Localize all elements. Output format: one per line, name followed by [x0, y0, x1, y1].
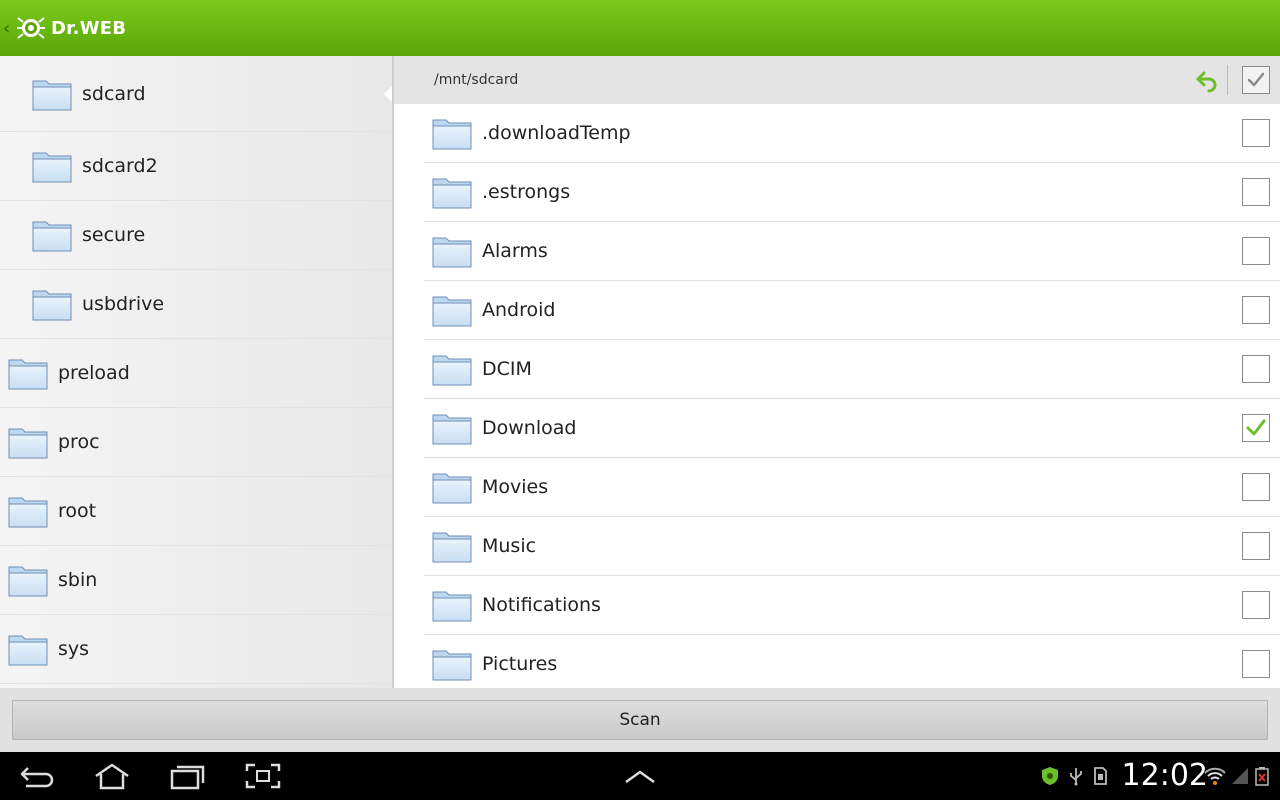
chevron-up-icon[interactable]	[620, 762, 660, 790]
select-checkbox[interactable]	[1242, 414, 1270, 442]
folder-icon	[8, 497, 48, 528]
file-name: Pictures	[482, 653, 558, 675]
path-bar: /mnt/sdcard	[394, 56, 1280, 104]
app-brand-title[interactable]: Dr.WEB	[51, 18, 126, 39]
file-name: .downloadTemp	[482, 122, 631, 144]
tree-item-label: usbdrive	[82, 293, 165, 315]
select-all-checkbox[interactable]	[1242, 66, 1270, 94]
tree-item-label: sys	[58, 638, 90, 660]
file-row[interactable]: .downloadTemp	[424, 104, 1280, 163]
scan-button[interactable]: Scan	[12, 700, 1268, 740]
folder-icon	[432, 237, 472, 268]
folder-tree-pane: sdcard sdcard2 secure usbdrive preload proc ro…	[0, 56, 392, 688]
scan-bar: Scan	[0, 688, 1280, 752]
folder-icon	[32, 152, 72, 183]
tree-item-sys[interactable]: sys	[0, 615, 392, 684]
nav-back-icon[interactable]	[18, 762, 58, 790]
select-checkbox[interactable]	[1242, 591, 1270, 619]
file-list-pane: /mnt/sdcard .downloadTemp .estrongs Alarms…	[394, 56, 1280, 688]
folder-icon	[8, 566, 48, 597]
tree-item-sdcard[interactable]: sdcard	[0, 56, 392, 132]
file-row[interactable]: Download	[424, 399, 1280, 458]
current-path: /mnt/sdcard	[434, 72, 519, 88]
folder-icon	[32, 80, 72, 110]
file-name: Alarms	[482, 240, 548, 262]
toolbar-separator	[1227, 65, 1228, 95]
checkmark-icon	[1246, 419, 1266, 436]
system-bar: 12:02	[0, 752, 1280, 800]
back-arrow-icon[interactable]	[1194, 67, 1220, 93]
nav-home-icon[interactable]	[92, 762, 132, 790]
file-row[interactable]: DCIM	[424, 340, 1280, 399]
folder-icon	[8, 635, 48, 666]
status-clock: 12:02	[1121, 758, 1208, 793]
tree-item-label: preload	[58, 362, 130, 384]
nav-recent-apps-icon[interactable]	[168, 762, 208, 790]
folder-icon	[8, 359, 48, 390]
action-bar: ‹ Dr.WEB	[0, 0, 1280, 56]
folder-icon	[432, 591, 472, 622]
usb-icon	[1070, 768, 1082, 786]
select-checkbox[interactable]	[1242, 178, 1270, 206]
select-checkbox[interactable]	[1242, 119, 1270, 147]
tree-item-label: secure	[82, 224, 146, 246]
drweb-spider-logo-icon[interactable]	[15, 12, 47, 44]
tree-item-label: root	[58, 500, 97, 522]
select-checkbox[interactable]	[1242, 473, 1270, 501]
file-row[interactable]: .estrongs	[424, 163, 1280, 222]
file-name: Download	[482, 417, 577, 439]
tree-item-label: sdcard2	[82, 155, 158, 177]
folder-icon	[432, 473, 472, 504]
folder-icon	[8, 428, 48, 459]
folder-icon	[432, 414, 472, 445]
file-name: .estrongs	[482, 181, 571, 203]
file-row[interactable]: Movies	[424, 458, 1280, 517]
tree-item-label: sbin	[58, 569, 98, 591]
wifi-icon	[1204, 767, 1226, 785]
select-checkbox[interactable]	[1242, 532, 1270, 560]
folder-icon	[432, 532, 472, 563]
select-checkbox[interactable]	[1242, 296, 1270, 324]
select-checkbox[interactable]	[1242, 650, 1270, 678]
file-row[interactable]: Music	[424, 517, 1280, 576]
file-row[interactable]: Pictures	[424, 635, 1280, 688]
file-list: .downloadTemp .estrongs Alarms Android DCIM D…	[394, 104, 1280, 688]
tree-item-sbin[interactable]: sbin	[0, 546, 392, 615]
screenshot-icon[interactable]	[243, 762, 283, 790]
tree-item-label: proc	[58, 431, 100, 453]
tree-item-preload[interactable]: preload	[0, 339, 392, 408]
file-row[interactable]: Alarms	[424, 222, 1280, 281]
folder-icon	[432, 178, 472, 209]
select-checkbox[interactable]	[1242, 355, 1270, 383]
signal-strength-icon	[1232, 768, 1248, 784]
battery-icon	[1255, 767, 1269, 786]
folder-icon	[432, 650, 472, 681]
tree-item-usbdrive[interactable]: usbdrive	[0, 270, 392, 339]
folder-icon	[32, 221, 72, 252]
sd-card-icon	[1094, 767, 1107, 785]
file-name: Movies	[482, 476, 549, 498]
file-row[interactable]: Android	[424, 281, 1280, 340]
folder-icon	[432, 355, 472, 386]
file-name: Music	[482, 535, 537, 557]
file-name: DCIM	[482, 358, 532, 380]
tree-item-sdcard2[interactable]: sdcard2	[0, 132, 392, 201]
drweb-status-icon	[1042, 767, 1058, 785]
folder-icon	[32, 290, 72, 321]
file-name: Notifications	[482, 594, 601, 616]
tree-item-proc[interactable]: proc	[0, 408, 392, 477]
up-caret-icon[interactable]: ‹	[3, 18, 13, 39]
folder-icon	[432, 119, 472, 150]
tree-item-root[interactable]: root	[0, 477, 392, 546]
folder-icon	[432, 296, 472, 327]
select-checkbox[interactable]	[1242, 237, 1270, 265]
tree-item-label: sdcard	[82, 82, 146, 105]
tree-item-secure[interactable]: secure	[0, 201, 392, 270]
file-row[interactable]: Notifications	[424, 576, 1280, 635]
checkmark-icon	[1247, 72, 1265, 87]
file-name: Android	[482, 299, 556, 321]
